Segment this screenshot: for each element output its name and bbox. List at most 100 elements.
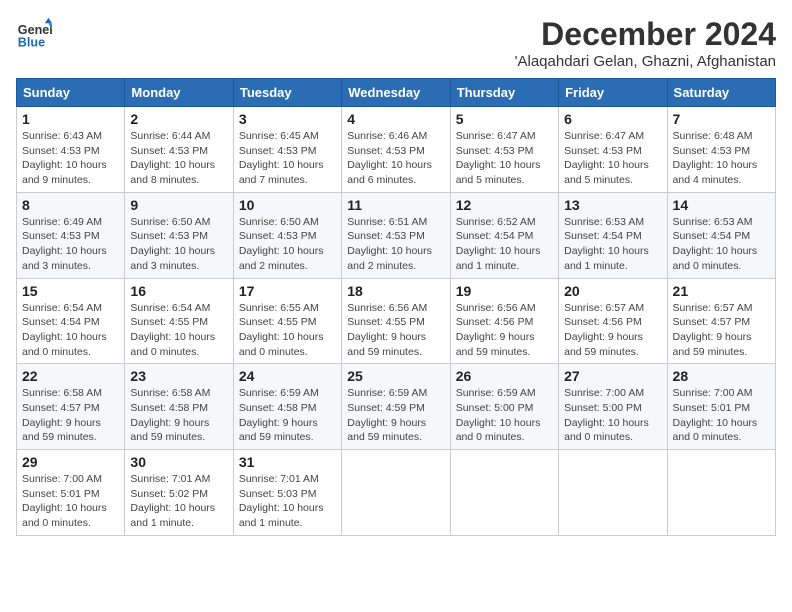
day-info: Sunrise: 6:56 AMSunset: 4:55 PMDaylight:…	[347, 301, 444, 360]
day-info: Sunrise: 7:00 AMSunset: 5:00 PMDaylight:…	[564, 386, 661, 445]
weekday-header-wednesday: Wednesday	[342, 79, 450, 107]
calendar-cell: 16 Sunrise: 6:54 AMSunset: 4:55 PMDaylig…	[125, 278, 233, 364]
calendar-cell: 7 Sunrise: 6:48 AMSunset: 4:53 PMDayligh…	[667, 107, 775, 193]
calendar-cell	[450, 450, 558, 536]
weekday-header-friday: Friday	[559, 79, 667, 107]
logo-icon: General Blue	[16, 16, 52, 52]
day-number: 2	[130, 111, 227, 127]
day-info: Sunrise: 6:51 AMSunset: 4:53 PMDaylight:…	[347, 215, 444, 274]
day-info: Sunrise: 6:53 AMSunset: 4:54 PMDaylight:…	[673, 215, 770, 274]
calendar-cell: 8 Sunrise: 6:49 AMSunset: 4:53 PMDayligh…	[17, 192, 125, 278]
month-title: December 2024	[515, 16, 776, 53]
day-info: Sunrise: 6:47 AMSunset: 4:53 PMDaylight:…	[564, 129, 661, 188]
calendar-cell: 12 Sunrise: 6:52 AMSunset: 4:54 PMDaylig…	[450, 192, 558, 278]
day-number: 20	[564, 283, 661, 299]
day-info: Sunrise: 6:56 AMSunset: 4:56 PMDaylight:…	[456, 301, 553, 360]
day-info: Sunrise: 6:59 AMSunset: 4:59 PMDaylight:…	[347, 386, 444, 445]
day-info: Sunrise: 6:54 AMSunset: 4:55 PMDaylight:…	[130, 301, 227, 360]
day-info: Sunrise: 6:59 AMSunset: 4:58 PMDaylight:…	[239, 386, 336, 445]
day-number: 15	[22, 283, 119, 299]
weekday-header-thursday: Thursday	[450, 79, 558, 107]
day-number: 31	[239, 454, 336, 470]
day-number: 5	[456, 111, 553, 127]
day-number: 1	[22, 111, 119, 127]
calendar-cell: 24 Sunrise: 6:59 AMSunset: 4:58 PMDaylig…	[233, 364, 341, 450]
calendar-cell: 30 Sunrise: 7:01 AMSunset: 5:02 PMDaylig…	[125, 450, 233, 536]
day-number: 30	[130, 454, 227, 470]
day-info: Sunrise: 6:50 AMSunset: 4:53 PMDaylight:…	[239, 215, 336, 274]
day-number: 4	[347, 111, 444, 127]
day-number: 24	[239, 368, 336, 384]
day-number: 26	[456, 368, 553, 384]
day-info: Sunrise: 6:46 AMSunset: 4:53 PMDaylight:…	[347, 129, 444, 188]
calendar-cell: 15 Sunrise: 6:54 AMSunset: 4:54 PMDaylig…	[17, 278, 125, 364]
day-info: Sunrise: 7:00 AMSunset: 5:01 PMDaylight:…	[22, 472, 119, 531]
calendar-cell: 6 Sunrise: 6:47 AMSunset: 4:53 PMDayligh…	[559, 107, 667, 193]
day-number: 10	[239, 197, 336, 213]
page-header: General Blue December 2024 'Alaqahdari G…	[16, 16, 776, 70]
day-info: Sunrise: 7:01 AMSunset: 5:02 PMDaylight:…	[130, 472, 227, 531]
calendar-cell: 26 Sunrise: 6:59 AMSunset: 5:00 PMDaylig…	[450, 364, 558, 450]
day-number: 29	[22, 454, 119, 470]
day-info: Sunrise: 6:55 AMSunset: 4:55 PMDaylight:…	[239, 301, 336, 360]
calendar-cell: 5 Sunrise: 6:47 AMSunset: 4:53 PMDayligh…	[450, 107, 558, 193]
calendar-cell: 13 Sunrise: 6:53 AMSunset: 4:54 PMDaylig…	[559, 192, 667, 278]
day-number: 9	[130, 197, 227, 213]
week-row-5: 29 Sunrise: 7:00 AMSunset: 5:01 PMDaylig…	[17, 450, 776, 536]
day-info: Sunrise: 6:58 AMSunset: 4:58 PMDaylight:…	[130, 386, 227, 445]
calendar-cell: 1 Sunrise: 6:43 AMSunset: 4:53 PMDayligh…	[17, 107, 125, 193]
calendar-cell	[667, 450, 775, 536]
day-number: 17	[239, 283, 336, 299]
day-info: Sunrise: 6:54 AMSunset: 4:54 PMDaylight:…	[22, 301, 119, 360]
weekday-header-monday: Monday	[125, 79, 233, 107]
calendar-cell: 25 Sunrise: 6:59 AMSunset: 4:59 PMDaylig…	[342, 364, 450, 450]
week-row-1: 1 Sunrise: 6:43 AMSunset: 4:53 PMDayligh…	[17, 107, 776, 193]
calendar-cell	[559, 450, 667, 536]
day-info: Sunrise: 6:57 AMSunset: 4:57 PMDaylight:…	[673, 301, 770, 360]
week-row-3: 15 Sunrise: 6:54 AMSunset: 4:54 PMDaylig…	[17, 278, 776, 364]
title-block: December 2024 'Alaqahdari Gelan, Ghazni,…	[515, 16, 776, 70]
calendar-cell: 29 Sunrise: 7:00 AMSunset: 5:01 PMDaylig…	[17, 450, 125, 536]
day-number: 23	[130, 368, 227, 384]
calendar-cell: 17 Sunrise: 6:55 AMSunset: 4:55 PMDaylig…	[233, 278, 341, 364]
day-number: 6	[564, 111, 661, 127]
calendar-cell: 21 Sunrise: 6:57 AMSunset: 4:57 PMDaylig…	[667, 278, 775, 364]
calendar-cell: 27 Sunrise: 7:00 AMSunset: 5:00 PMDaylig…	[559, 364, 667, 450]
calendar-cell: 14 Sunrise: 6:53 AMSunset: 4:54 PMDaylig…	[667, 192, 775, 278]
day-number: 16	[130, 283, 227, 299]
day-info: Sunrise: 6:50 AMSunset: 4:53 PMDaylight:…	[130, 215, 227, 274]
weekday-header-sunday: Sunday	[17, 79, 125, 107]
calendar-cell: 3 Sunrise: 6:45 AMSunset: 4:53 PMDayligh…	[233, 107, 341, 193]
calendar-cell: 4 Sunrise: 6:46 AMSunset: 4:53 PMDayligh…	[342, 107, 450, 193]
calendar-cell: 22 Sunrise: 6:58 AMSunset: 4:57 PMDaylig…	[17, 364, 125, 450]
day-info: Sunrise: 6:43 AMSunset: 4:53 PMDaylight:…	[22, 129, 119, 188]
day-info: Sunrise: 6:49 AMSunset: 4:53 PMDaylight:…	[22, 215, 119, 274]
svg-text:Blue: Blue	[18, 36, 45, 50]
calendar-cell: 19 Sunrise: 6:56 AMSunset: 4:56 PMDaylig…	[450, 278, 558, 364]
day-number: 27	[564, 368, 661, 384]
day-info: Sunrise: 6:53 AMSunset: 4:54 PMDaylight:…	[564, 215, 661, 274]
day-number: 25	[347, 368, 444, 384]
week-row-4: 22 Sunrise: 6:58 AMSunset: 4:57 PMDaylig…	[17, 364, 776, 450]
day-info: Sunrise: 6:45 AMSunset: 4:53 PMDaylight:…	[239, 129, 336, 188]
calendar-cell: 9 Sunrise: 6:50 AMSunset: 4:53 PMDayligh…	[125, 192, 233, 278]
calendar-cell: 11 Sunrise: 6:51 AMSunset: 4:53 PMDaylig…	[342, 192, 450, 278]
day-number: 22	[22, 368, 119, 384]
calendar-table: SundayMondayTuesdayWednesdayThursdayFrid…	[16, 78, 776, 536]
week-row-2: 8 Sunrise: 6:49 AMSunset: 4:53 PMDayligh…	[17, 192, 776, 278]
day-number: 19	[456, 283, 553, 299]
calendar-cell: 20 Sunrise: 6:57 AMSunset: 4:56 PMDaylig…	[559, 278, 667, 364]
weekday-header-tuesday: Tuesday	[233, 79, 341, 107]
day-number: 8	[22, 197, 119, 213]
day-number: 28	[673, 368, 770, 384]
day-number: 3	[239, 111, 336, 127]
calendar-cell: 31 Sunrise: 7:01 AMSunset: 5:03 PMDaylig…	[233, 450, 341, 536]
location: 'Alaqahdari Gelan, Ghazni, Afghanistan	[515, 53, 776, 70]
day-info: Sunrise: 6:47 AMSunset: 4:53 PMDaylight:…	[456, 129, 553, 188]
calendar-cell: 18 Sunrise: 6:56 AMSunset: 4:55 PMDaylig…	[342, 278, 450, 364]
day-info: Sunrise: 7:01 AMSunset: 5:03 PMDaylight:…	[239, 472, 336, 531]
day-number: 12	[456, 197, 553, 213]
day-number: 18	[347, 283, 444, 299]
logo: General Blue	[16, 16, 52, 52]
weekday-header-saturday: Saturday	[667, 79, 775, 107]
